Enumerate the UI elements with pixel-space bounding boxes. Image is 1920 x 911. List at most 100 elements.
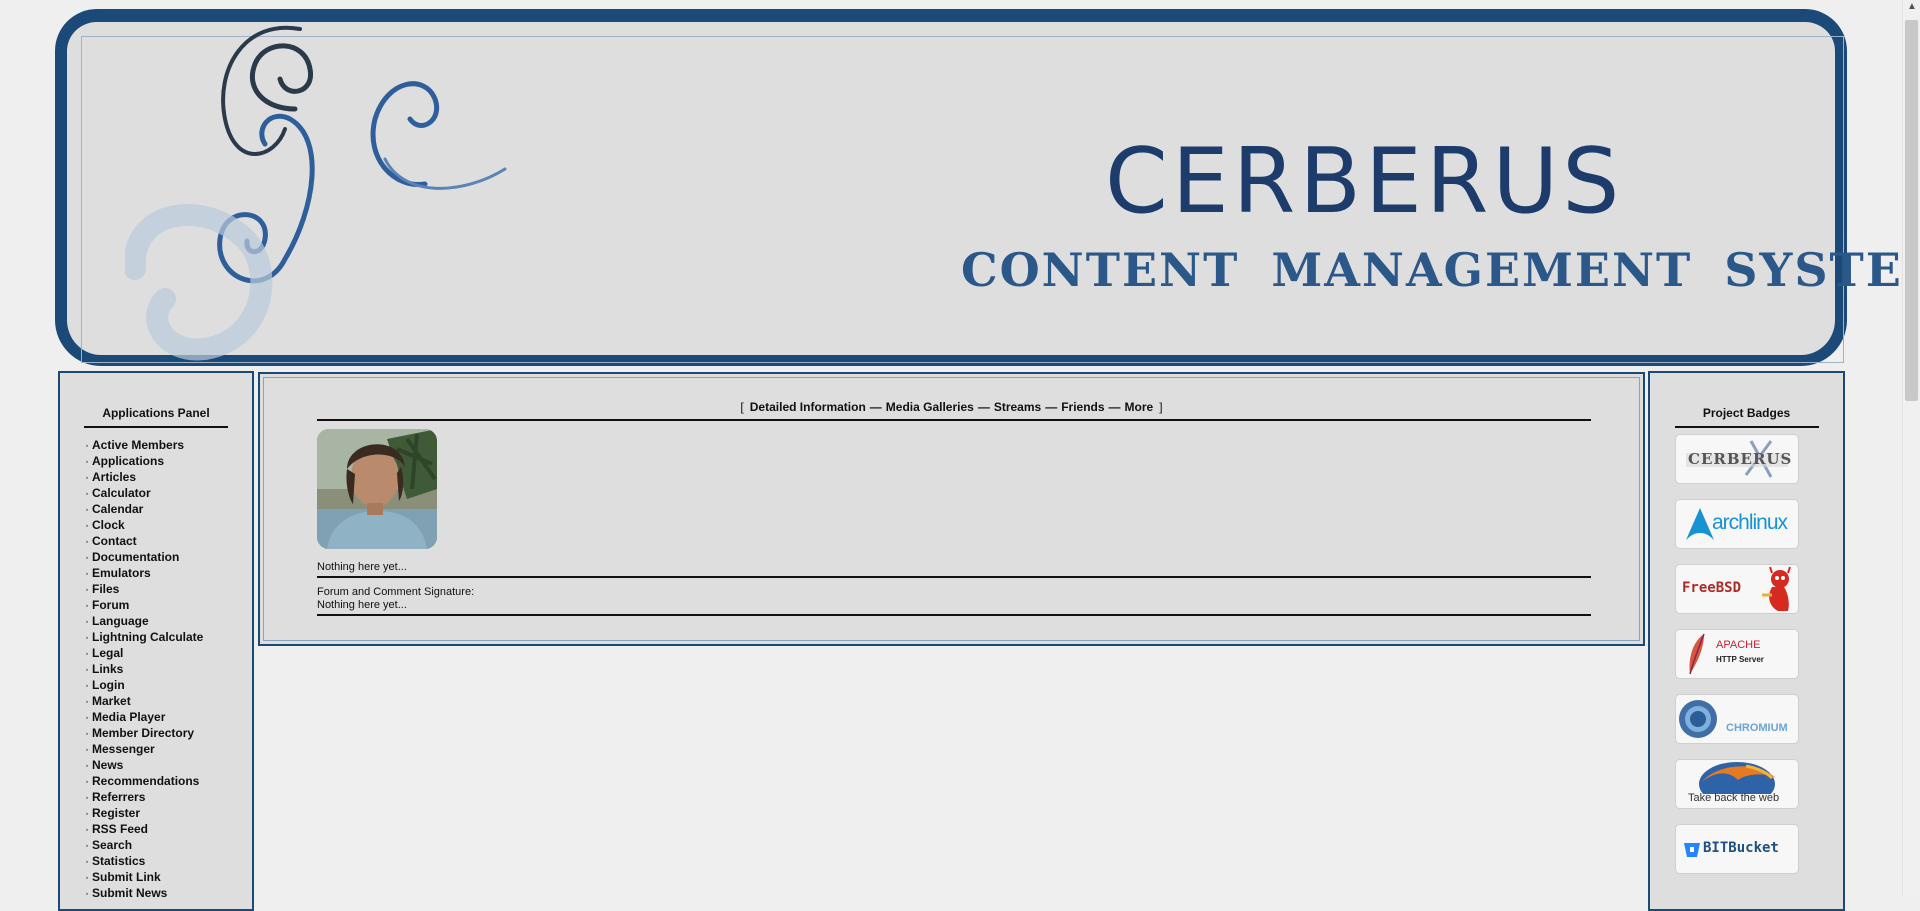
about-text: Nothing here yet... [317,561,407,573]
app-item-login[interactable]: · Login [85,677,203,693]
bullet-icon: · [85,870,89,884]
bullet-icon: · [85,822,89,836]
badge-bitbucket[interactable]: BITBucket [1675,824,1799,874]
signature-text: Nothing here yet... [317,599,407,611]
profile-panel: [Detailed Information — Media Galleries — St… [258,372,1645,646]
badge-label: Take back the web [1688,792,1780,804]
bullet-icon: · [85,598,89,612]
banner-title: CERBERUS [1105,129,1624,234]
app-item-register[interactable]: · Register [85,805,203,821]
apache-feather-icon [1689,633,1705,675]
app-item-rss-feed[interactable]: · RSS Feed [85,821,203,837]
badge-cerberus[interactable]: CERBERUS [1675,434,1799,484]
app-item-contact[interactable]: · Contact [85,533,203,549]
divider [317,614,1591,616]
app-item-legal[interactable]: · Legal [85,645,203,661]
bullet-icon: · [85,710,89,724]
bullet-icon: · [85,518,89,532]
signature-label: Forum and Comment Signature: [317,586,475,598]
page-scrollbar[interactable]: ▲ [1902,0,1920,895]
bitbucket-logo-icon [1684,843,1700,857]
app-item-calendar[interactable]: · Calendar [85,501,203,517]
bullet-icon: · [85,486,89,500]
app-item-messenger[interactable]: · Messenger [85,741,203,757]
bullet-icon: · [85,854,89,868]
app-item-label: Recommendations [92,774,200,788]
app-item-articles[interactable]: · Articles [85,469,203,485]
app-item-submit-link[interactable]: · Submit Link [85,869,203,885]
scrollbar-thumb[interactable] [1905,20,1918,401]
badge-archlinux[interactable]: archlinux [1675,499,1799,549]
app-item-language[interactable]: · Language [85,613,203,629]
nav-separator: — [977,400,990,414]
nav-separator: — [1108,400,1121,414]
app-item-active-members[interactable]: · Active Members [85,437,203,453]
bullet-icon: · [85,582,89,596]
bullet-icon: · [85,534,89,548]
bullet-icon: · [85,646,89,660]
profile-nav: [Detailed Information — Media Galleries — St… [264,400,1639,414]
divider [317,419,1591,421]
chromium-logo-icon [1679,700,1717,738]
site-banner: CERBERUS CONTENT MANAGEMENT SYSTEM [55,9,1920,366]
bullet-icon: · [85,470,89,484]
app-item-label: Documentation [92,550,180,564]
badge-freebsd[interactable]: FreeBSD [1675,564,1799,614]
app-item-links[interactable]: · Links [85,661,203,677]
app-item-label: Clock [92,518,125,532]
badge-sublabel: HTTP Server [1716,655,1764,664]
app-item-label: Legal [92,646,124,660]
badges-list: CERBERUS archlinux FreeBSD APACHE HTTP S… [1675,434,1799,889]
app-item-search[interactable]: · Search [85,837,203,853]
nav-link-more[interactable]: More [1125,400,1154,414]
app-item-emulators[interactable]: · Emulators [85,565,203,581]
badge-label: CERBERUS [1688,450,1793,468]
nav-separator: — [869,400,882,414]
freebsd-daemon-icon [1762,566,1791,611]
app-item-member-directory[interactable]: · Member Directory [85,725,203,741]
scroll-up-arrow-icon[interactable]: ▲ [1907,2,1917,12]
app-item-news[interactable]: · News [85,757,203,773]
nav-bracket-open: [ [740,400,744,414]
applications-panel-title: Applications Panel [102,406,210,420]
bullet-icon: · [85,790,89,804]
nav-link-media-galleries[interactable]: Media Galleries [886,400,974,414]
app-item-label: Media Player [92,710,166,724]
app-item-lightning-calculate[interactable]: · Lightning Calculate [85,629,203,645]
bullet-icon: · [85,630,89,644]
app-item-calculator[interactable]: · Calculator [85,485,203,501]
app-item-referrers[interactable]: · Referrers [85,789,203,805]
badge-label: BITBucket [1703,840,1779,856]
nav-link-detailed-information[interactable]: Detailed Information [750,400,866,414]
badge-label: CHROMIUM [1726,722,1788,734]
bullet-icon: · [85,502,89,516]
app-item-documentation[interactable]: · Documentation [85,549,203,565]
app-item-media-player[interactable]: · Media Player [85,709,203,725]
nav-link-streams[interactable]: Streams [994,400,1041,414]
badge-firefox[interactable]: Take back the web [1675,759,1799,809]
banner-subtitle: CONTENT MANAGEMENT SYSTEM [961,243,1920,297]
app-item-label: Contact [92,534,137,548]
nav-link-friends[interactable]: Friends [1061,400,1104,414]
divider [317,576,1591,578]
app-item-label: Applications [92,454,165,468]
app-item-clock[interactable]: · Clock [85,517,203,533]
badge-label: archlinux [1712,511,1788,534]
app-item-applications[interactable]: · Applications [85,453,203,469]
app-item-label: Messenger [92,742,155,756]
app-item-label: Links [92,662,124,676]
bullet-icon: · [85,454,89,468]
badge-apache[interactable]: APACHE HTTP Server [1675,629,1799,679]
app-item-forum[interactable]: · Forum [85,597,203,613]
app-item-recommendations[interactable]: · Recommendations [85,773,203,789]
nav-bracket-close: ] [1159,400,1163,414]
app-item-files[interactable]: · Files [85,581,203,597]
app-item-label: Search [92,838,133,852]
app-item-statistics[interactable]: · Statistics [85,853,203,869]
app-item-market[interactable]: · Market [85,693,203,709]
app-item-submit-news[interactable]: · Submit News [85,885,203,901]
app-item-label: Statistics [92,854,146,868]
profile-avatar[interactable] [317,429,437,549]
badge-chromium[interactable]: CHROMIUM [1675,694,1799,744]
app-item-label: Language [92,614,149,628]
